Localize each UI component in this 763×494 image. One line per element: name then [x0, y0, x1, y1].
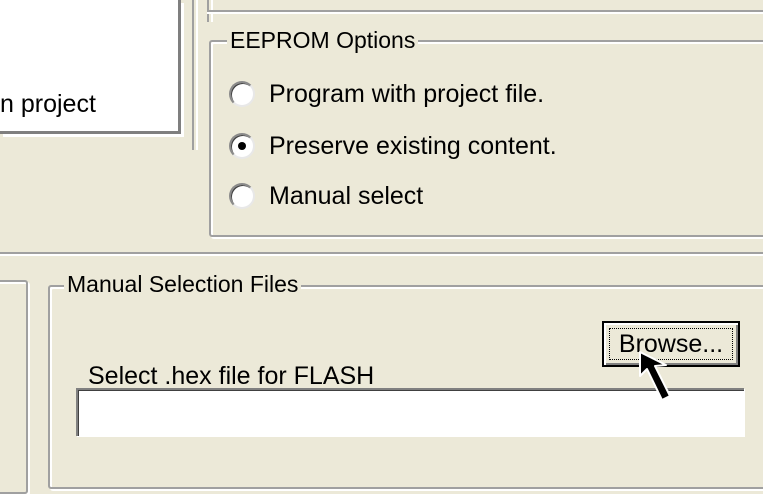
- radio-button[interactable]: [229, 183, 255, 209]
- upper-group-bottom-edge: [207, 10, 763, 14]
- radio-label: Manual select: [269, 181, 424, 210]
- cropped-option-label: n project: [0, 90, 96, 118]
- radio-program-with-project-file[interactable]: Program with project file.: [229, 78, 544, 110]
- eeprom-options-legend: EEPROM Options: [227, 27, 419, 53]
- radio-preserve-existing-content[interactable]: Preserve existing content.: [229, 130, 557, 162]
- left-group-panel: [0, 280, 28, 494]
- radio-button-selected[interactable]: [229, 133, 255, 159]
- radio-label: Preserve existing content.: [269, 131, 557, 160]
- manual-selection-files-legend: Manual Selection Files: [64, 271, 302, 297]
- mouse-pointer-arrow-icon: [639, 351, 671, 401]
- radio-button[interactable]: [229, 81, 255, 107]
- radio-selected-dot: [238, 142, 246, 150]
- select-hex-flash-label: Select .hex file for FLASH: [88, 362, 375, 390]
- section-separator: [0, 252, 763, 256]
- radio-manual-select[interactable]: Manual select: [229, 180, 423, 212]
- radio-label: Program with project file.: [269, 79, 545, 108]
- vertical-divider: [192, 0, 198, 150]
- eeprom-options-group: EEPROM Options Program with project file…: [209, 27, 763, 237]
